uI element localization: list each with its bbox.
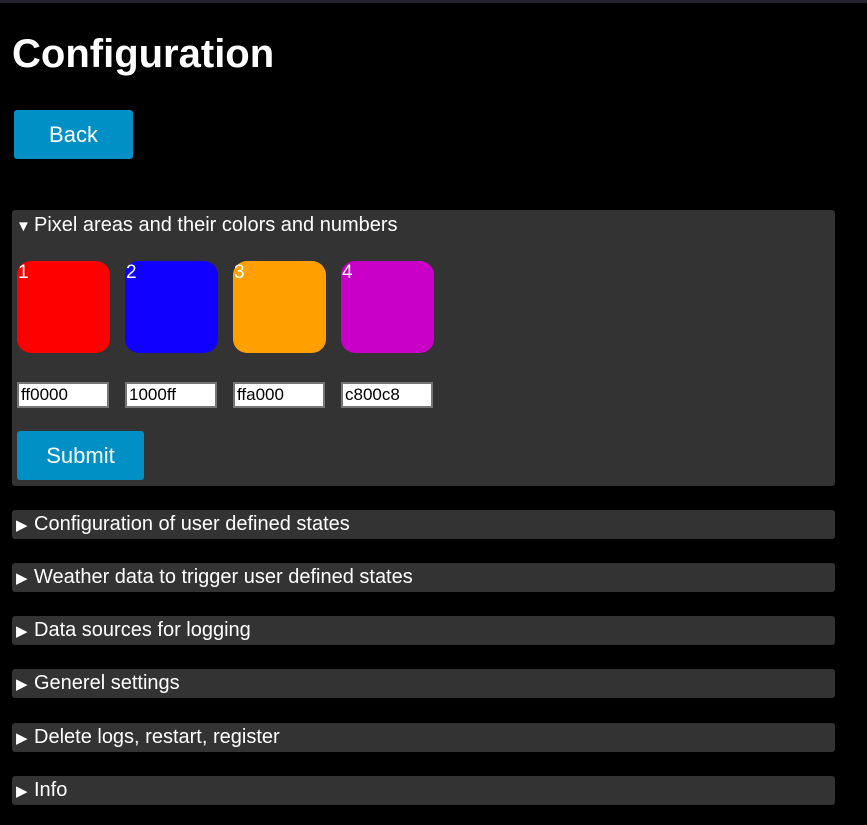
pixel-areas-summary[interactable]: ▼ Pixel areas and their colors and number…	[16, 213, 398, 239]
section-info[interactable]: ▶ Info	[12, 776, 835, 805]
section-weather-data[interactable]: ▶ Weather data to trigger user defined st…	[12, 563, 835, 592]
collapsed-triangle-icon: ▶	[16, 517, 28, 534]
section-summary: ▶ Data sources for logging	[16, 618, 251, 644]
pixel-areas-summary-label: Pixel areas and their colors and numbers	[34, 214, 398, 236]
pixel-area-number: 4	[342, 262, 353, 283]
pixel-areas-section: ▼ Pixel areas and their colors and number…	[12, 210, 835, 486]
pixel-area-swatch-3: 3	[233, 261, 326, 353]
pixel-area-number: 1	[18, 262, 29, 283]
collapsed-triangle-icon: ▶	[16, 623, 28, 640]
section-summary: ▶ Delete logs, restart, register	[16, 725, 280, 751]
section-data-sources[interactable]: ▶ Data sources for logging	[12, 616, 835, 645]
submit-button[interactable]: Submit	[17, 431, 144, 480]
section-summary-label: Configuration of user defined states	[34, 513, 350, 535]
section-summary-label: Data sources for logging	[34, 619, 251, 641]
collapsed-triangle-icon: ▶	[16, 730, 28, 747]
section-summary: ▶ Weather data to trigger user defined st…	[16, 565, 413, 591]
config-page: Configuration Back ▼ Pixel areas and thei…	[0, 0, 867, 825]
collapsed-triangle-icon: ▶	[16, 676, 28, 693]
pixel-area-color-input-2[interactable]	[125, 382, 217, 408]
section-summary-label: Generel settings	[34, 672, 180, 694]
pixel-area-color-input-1[interactable]	[17, 382, 109, 408]
section-summary-label: Delete logs, restart, register	[34, 726, 280, 748]
back-button[interactable]: Back	[14, 110, 133, 159]
page-title: Configuration	[12, 32, 275, 76]
section-general-settings[interactable]: ▶ Generel settings	[12, 669, 835, 698]
section-summary: ▶ Configuration of user defined states	[16, 512, 350, 538]
pixel-area-number: 3	[234, 262, 245, 283]
pixel-area-swatch-2: 2	[125, 261, 218, 353]
section-summary: ▶ Info	[16, 778, 67, 804]
pixel-area-color-input-4[interactable]	[341, 382, 433, 408]
section-summary-label: Info	[34, 779, 68, 801]
pixel-area-color-input-3[interactable]	[233, 382, 325, 408]
section-summary: ▶ Generel settings	[16, 671, 180, 697]
pixel-area-swatch-1: 1	[17, 261, 110, 353]
section-delete-restart-register[interactable]: ▶ Delete logs, restart, register	[12, 723, 835, 752]
collapsed-triangle-icon: ▶	[16, 570, 28, 587]
collapsed-triangle-icon: ▶	[16, 783, 28, 800]
pixel-area-swatch-4: 4	[341, 261, 434, 353]
expanded-triangle-icon: ▼	[16, 218, 31, 235]
pixel-area-number: 2	[126, 262, 137, 283]
section-user-defined-states[interactable]: ▶ Configuration of user defined states	[12, 510, 835, 539]
section-summary-label: Weather data to trigger user defined sta…	[34, 566, 413, 588]
